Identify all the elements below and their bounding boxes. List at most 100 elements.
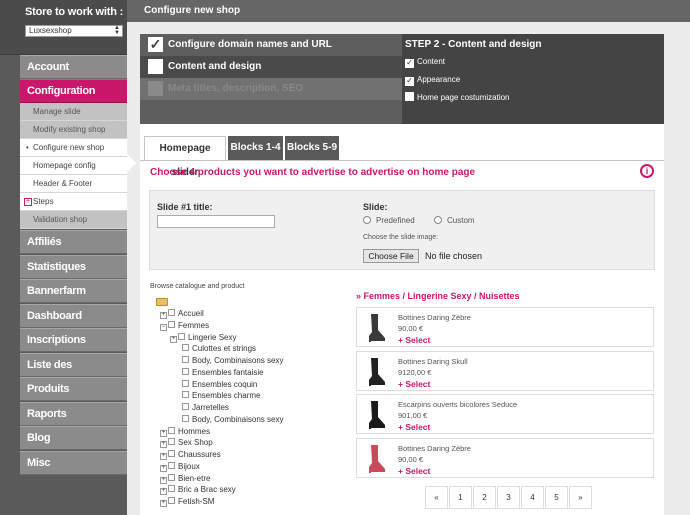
- tree-checkbox[interactable]: [168, 450, 175, 457]
- pager-page-1[interactable]: 1: [449, 486, 472, 509]
- tree-node-label: Bien-etre: [178, 473, 211, 483]
- pager-page-3[interactable]: 3: [497, 486, 520, 509]
- expand-icon[interactable]: +: [160, 500, 167, 507]
- tree-checkbox[interactable]: [182, 356, 189, 363]
- expand-icon[interactable]: +: [160, 476, 167, 484]
- tree-checkbox[interactable]: [182, 344, 189, 352]
- pager-next[interactable]: »: [569, 486, 592, 509]
- tree-node-ensembles-charme[interactable]: Ensembles charme: [182, 391, 260, 401]
- tab-blocks-1-4[interactable]: Blocks 1-4: [228, 136, 283, 160]
- tree-node-body-combinaisons-sexy[interactable]: Body, Combinaisons sexy: [182, 356, 283, 366]
- tree-checkbox[interactable]: [168, 438, 175, 446]
- tree-node-accueil[interactable]: + Accueil: [160, 309, 204, 319]
- tree-checkbox[interactable]: [168, 485, 175, 493]
- step-detail-item-appearance[interactable]: ✓ Appearance: [405, 75, 460, 86]
- pager-prev[interactable]: «: [425, 486, 448, 509]
- tree-node-hommes[interactable]: + Hommes: [160, 426, 210, 437]
- expand-icon[interactable]: +: [160, 429, 167, 437]
- product-select-link[interactable]: + Select: [398, 335, 430, 345]
- choose-file-button[interactable]: Choose File: [363, 249, 419, 263]
- tree-node-chaussures[interactable]: + Chaussures: [160, 450, 221, 460]
- expand-icon[interactable]: +: [160, 312, 167, 319]
- expand-icon[interactable]: +: [160, 488, 167, 496]
- tree-checkbox[interactable]: [182, 391, 189, 399]
- tree-node-ensembles-coquin[interactable]: Ensembles coquin: [182, 379, 257, 390]
- tree-checkbox[interactable]: [168, 426, 175, 434]
- sidebar-item-misc[interactable]: Misc: [20, 450, 127, 475]
- sidebar-item-account[interactable]: Account: [20, 55, 127, 79]
- tree-checkbox[interactable]: [168, 461, 175, 469]
- sidebar-item-produits[interactable]: Produits: [20, 377, 127, 401]
- wizard-step-1[interactable]: ✓ Configure domain names and URL: [140, 34, 402, 56]
- sidebar-item-dashboard[interactable]: Dashboard: [20, 303, 127, 328]
- sidebar-subitem-manage-slide[interactable]: Manage slide: [20, 103, 127, 121]
- sidebar-subitem-modify-existing-shop[interactable]: Modify existing shop: [20, 121, 127, 139]
- tree-node-fetish-sm[interactable]: + Fetish-SM: [160, 497, 214, 507]
- step-detail-item-home-page-costumization[interactable]: Home page costumization: [405, 92, 510, 102]
- tree-node-label: Ensembles fantaisie: [192, 367, 264, 377]
- sidebar-subitem-steps[interactable]: + Steps: [20, 193, 127, 211]
- tree-node-lingerie-sexy[interactable]: + Lingerie Sexy: [170, 332, 236, 343]
- radio-custom[interactable]: Custom: [434, 216, 475, 225]
- tree-checkbox[interactable]: [168, 320, 175, 328]
- tree-node-label: Body, Combinaisons sexy: [192, 414, 284, 424]
- product-select-link[interactable]: + Select: [398, 422, 430, 432]
- tree-node-bric-a-brac-sexy[interactable]: + Bric a Brac sexy: [160, 485, 236, 496]
- expand-icon[interactable]: +: [170, 335, 177, 343]
- store-select[interactable]: Luxsexshop ▲ ▼: [25, 25, 123, 37]
- tree-node-jarretelles[interactable]: Jarretelles: [182, 403, 229, 413]
- tree-checkbox[interactable]: [168, 473, 175, 481]
- folder-icon[interactable]: [156, 298, 168, 306]
- sidebar-subitem-label: Header & Footer: [33, 179, 93, 188]
- wizard-step-3[interactable]: Meta titles, description, SEO: [140, 78, 402, 100]
- tree-checkbox[interactable]: [168, 309, 175, 316]
- sidebar-subitem-configure-new-shop[interactable]: • Configure new shop: [20, 139, 127, 157]
- sidebar-item-raports[interactable]: Raports: [20, 401, 127, 426]
- sidebar-item-blog[interactable]: Blog: [20, 426, 127, 450]
- tree-checkbox[interactable]: [168, 497, 175, 504]
- sidebar-subitem-header-footer[interactable]: Header & Footer: [20, 175, 127, 193]
- product-thumbnail: [363, 399, 387, 430]
- pager-page-2[interactable]: 2: [473, 486, 496, 509]
- sidebar-item-configuration-boutique[interactable]: Configuration boutique: [20, 79, 127, 120]
- tree-node-bien-etre[interactable]: + Bien-etre: [160, 473, 211, 484]
- tree-checkbox[interactable]: [182, 403, 189, 410]
- expand-icon[interactable]: +: [160, 441, 167, 449]
- expand-icon[interactable]: +: [160, 453, 167, 460]
- tree-node-femmes[interactable]: − Femmes: [160, 320, 209, 331]
- info-icon[interactable]: i: [640, 164, 654, 178]
- sidebar-item-bannerfarm[interactable]: Bannerfarm: [20, 279, 127, 303]
- tree-checkbox[interactable]: [182, 367, 189, 375]
- tree-checkbox[interactable]: [178, 332, 185, 340]
- pager-page-4[interactable]: 4: [521, 486, 544, 509]
- pager-page-5[interactable]: 5: [545, 486, 568, 509]
- radio-circle-icon: [434, 216, 442, 224]
- sidebar-item-liste-des-commandes[interactable]: Liste des commandes: [20, 352, 127, 394]
- tab-blocks-5-9[interactable]: Blocks 5-9: [285, 136, 339, 160]
- expand-icon[interactable]: +: [160, 464, 167, 472]
- tree-node-culottes-et-strings[interactable]: Culottes et strings: [182, 344, 256, 354]
- slide-title-input[interactable]: [157, 215, 275, 228]
- product-select-link[interactable]: + Select: [398, 379, 430, 389]
- checkbox-checked-icon: ✓: [405, 58, 414, 68]
- sidebar-subitem-homepage-config[interactable]: Homepage config: [20, 157, 127, 175]
- tree-node-bijoux[interactable]: + Bijoux: [160, 461, 200, 472]
- tree-node-sex-shop[interactable]: + Sex Shop: [160, 438, 213, 449]
- checkbox-icon: [405, 92, 414, 101]
- tree-node-ensembles-fantaisie[interactable]: Ensembles fantaisie: [182, 367, 264, 378]
- sidebar-item-statistiques[interactable]: Statistiques: [20, 254, 127, 279]
- radio-predefined[interactable]: Predefined: [363, 216, 415, 225]
- product-select-link[interactable]: + Select: [398, 466, 430, 476]
- wizard-step-2[interactable]: Content and design: [140, 56, 402, 78]
- sidebar-item-inscriptions[interactable]: Inscriptions: [20, 328, 127, 352]
- step-detail-item-content[interactable]: ✓ Content: [405, 57, 445, 68]
- tab-homepage-slider[interactable]: Homepage slider: [144, 136, 226, 178]
- sidebar-subitem-validation-shop[interactable]: Validation shop: [20, 211, 127, 229]
- collapse-icon[interactable]: −: [160, 323, 167, 331]
- tree-checkbox[interactable]: [182, 379, 189, 387]
- tree-node-label: Bijoux: [178, 461, 200, 471]
- sidebar-item-affili-s[interactable]: Affiliés: [20, 230, 127, 254]
- tree-checkbox[interactable]: [182, 414, 189, 422]
- tree-node-body-combinaisons-sexy[interactable]: Body, Combinaisons sexy: [182, 414, 284, 425]
- product-price: 9120,00 €: [398, 367, 432, 377]
